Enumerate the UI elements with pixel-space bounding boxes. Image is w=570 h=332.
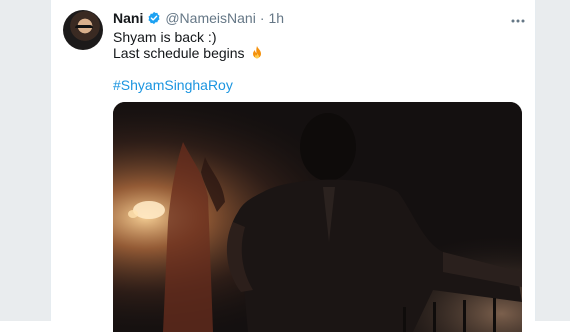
author-name[interactable]: Nani (113, 10, 143, 26)
separator-dot: · (259, 10, 265, 26)
photo-illustration (113, 102, 522, 332)
hashtag-link[interactable]: #ShyamSinghaRoy (113, 77, 233, 93)
tweet-card[interactable]: Nani @NameisNani · 1h Shyam is back :) L… (50, 0, 536, 332)
tweet-header: Nani @NameisNani · 1h (113, 8, 284, 28)
page-background-right (534, 0, 570, 321)
page-background-left (0, 0, 50, 321)
verified-badge-icon (147, 11, 161, 25)
more-dots-icon[interactable] (511, 10, 525, 26)
avatar[interactable] (63, 10, 103, 50)
tweet-text-line-2: Last schedule begins (113, 45, 265, 61)
tweet-text-line-2-text: Last schedule begins (113, 45, 245, 61)
avatar-glasses (75, 25, 93, 33)
author-handle[interactable]: @NameisNani (165, 10, 255, 26)
tweet-text-line-1: Shyam is back :) (113, 29, 217, 45)
fire-icon (249, 45, 265, 61)
tweet-photo[interactable] (113, 102, 522, 332)
tweet-timestamp[interactable]: 1h (268, 10, 284, 26)
